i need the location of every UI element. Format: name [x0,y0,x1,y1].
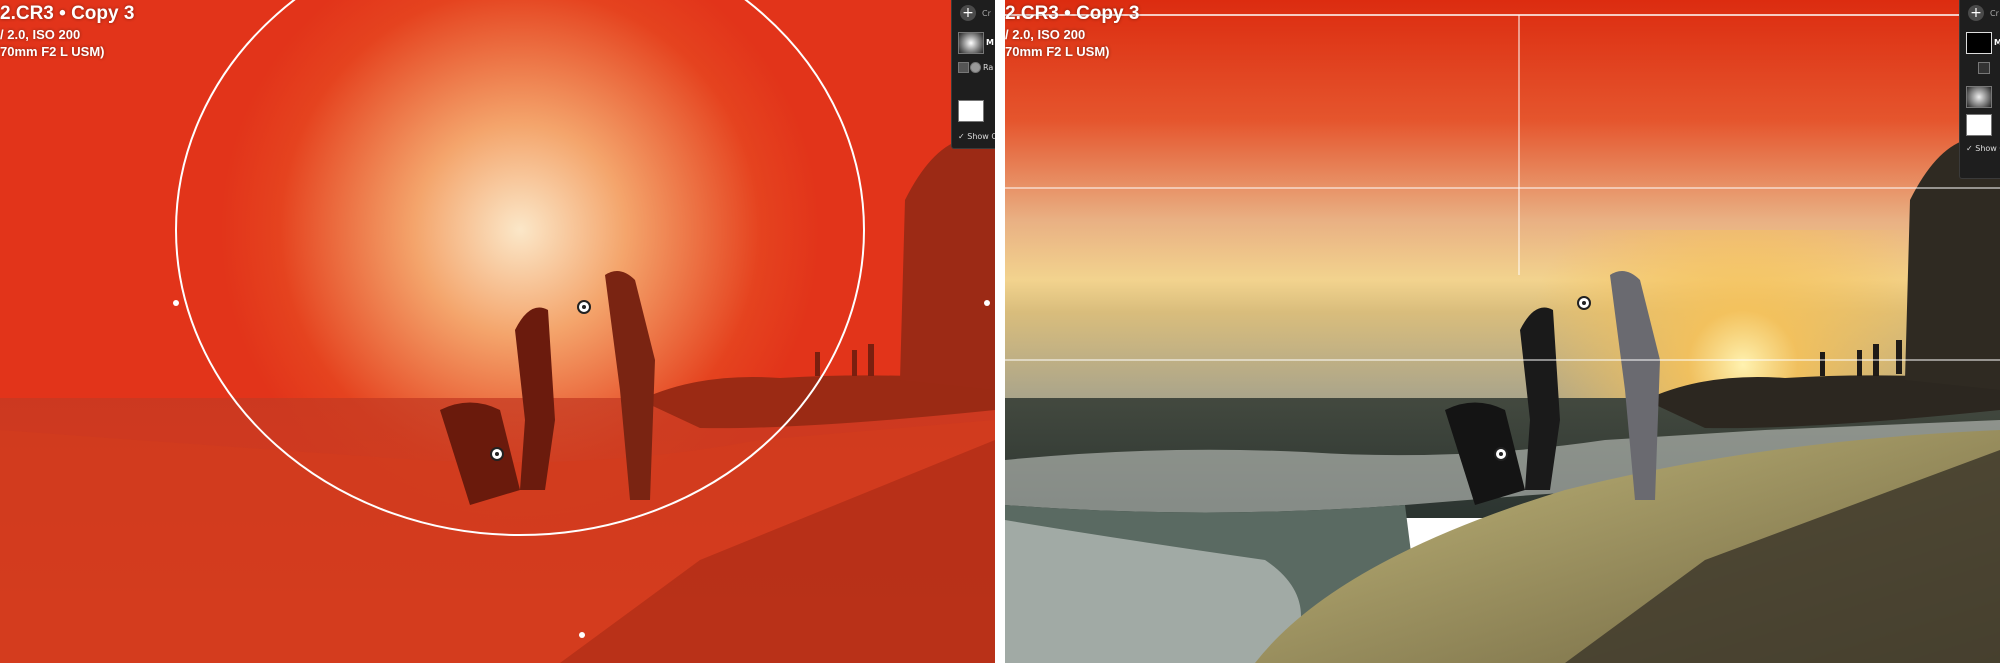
mask-pin[interactable] [490,447,504,461]
left-editor-view[interactable]: 2.CR3 • Copy 3 / 2.0, ISO 200 70mm F2 L … [0,0,995,663]
mask-label: M [986,38,994,47]
radial-tool-icon[interactable] [958,62,969,73]
create-label: Cr [982,9,991,18]
right-editor-view[interactable]: 2.CR3 • Copy 3 / 2.0, ISO 200 70mm F2 L … [1005,0,2000,663]
masks-panel[interactable]: + Cr M ✓ Show O [1959,0,2000,179]
mask-pin[interactable] [577,300,591,314]
range-label: Ra [983,63,994,72]
mask-thumbnail[interactable] [1966,32,1992,54]
show-overlay-checkbox[interactable]: ✓ Show O [1966,144,2000,153]
create-label: Cr [1990,9,1999,18]
mask-pin[interactable] [1494,447,1508,461]
masks-panel[interactable]: + Cr M Ra ✓ Show O [951,0,995,149]
plus-icon[interactable]: + [960,5,976,21]
photo-info-overlay: 2.CR3 • Copy 3 / 2.0, ISO 200 70mm F2 L … [1005,2,1139,60]
mask-thumbnail[interactable] [958,100,984,122]
mask-thumbnail[interactable] [1966,114,1992,136]
radial-target-icon[interactable] [970,62,981,73]
masked-photo [1005,0,2000,663]
mask-thumbnail[interactable] [958,32,984,54]
exposure-info: / 2.0, ISO 200 [0,27,81,42]
mask-pin[interactable] [1577,296,1591,310]
file-title: 2.CR3 • Copy 3 [0,3,135,24]
show-overlay-label: Show O [967,132,995,141]
lens-info: 70mm F2 L USM) [0,44,105,59]
show-overlay-label: Show O [1975,144,2000,153]
photo-canvas[interactable] [1005,0,2000,663]
file-title: 2.CR3 • Copy 3 [1005,3,1140,24]
show-overlay-checkbox[interactable]: ✓ Show O [958,132,995,141]
lens-info: 70mm F2 L USM) [1005,44,1110,59]
photo-info-overlay: 2.CR3 • Copy 3 / 2.0, ISO 200 70mm F2 L … [0,2,134,60]
exposure-info: / 2.0, ISO 200 [1005,27,1086,42]
plus-icon[interactable]: + [1968,5,1984,21]
mask-label: M [1994,38,2000,47]
masked-photo [0,0,995,663]
photo-canvas[interactable] [0,0,995,663]
linear-tool-icon[interactable] [1978,62,1990,74]
mask-thumbnail[interactable] [1966,86,1992,108]
